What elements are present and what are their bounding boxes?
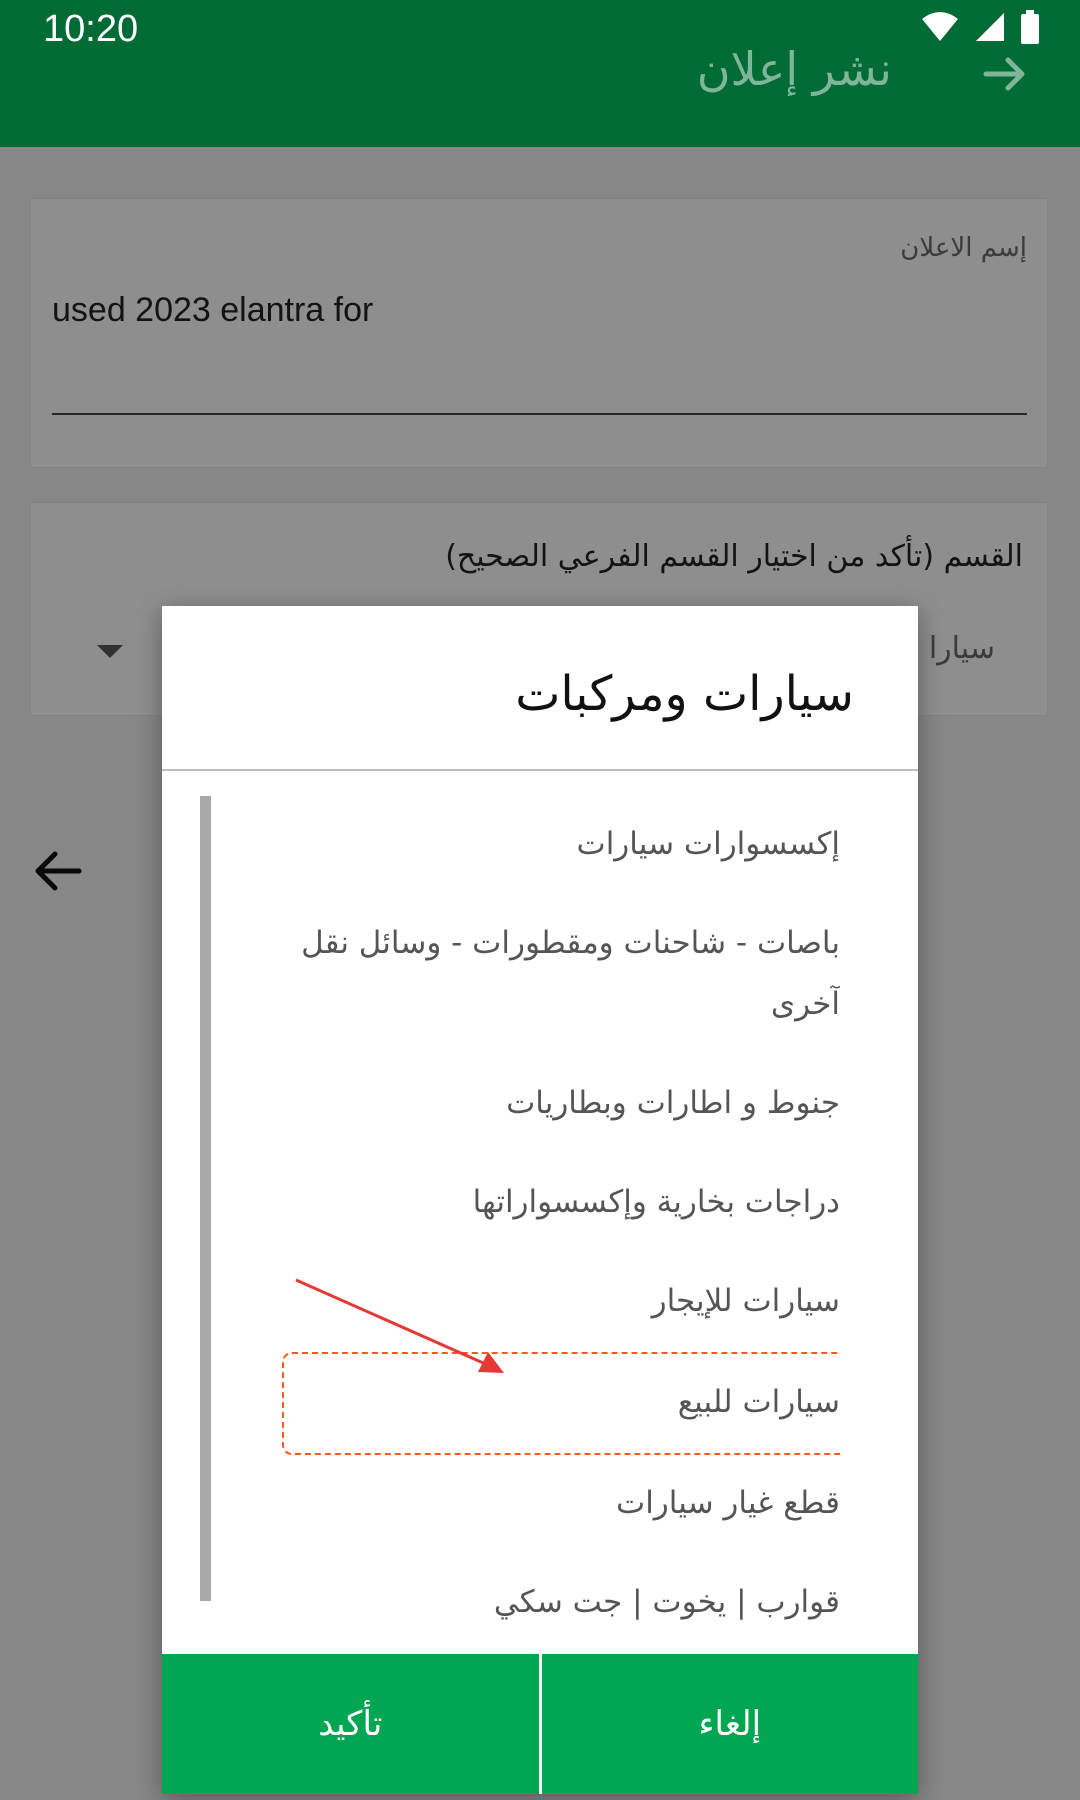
divider — [162, 769, 918, 771]
confirm-button[interactable]: تأكيد — [162, 1654, 539, 1794]
option-buses-trucks[interactable]: باصات - شاحنات ومقطورات - وسائل نقل آخرى — [282, 895, 840, 1055]
page-title: نشر إعلان — [696, 42, 892, 96]
dialog-actions: تأكيد إلغاء — [162, 1654, 918, 1794]
battery-icon — [1021, 10, 1039, 44]
option-car-accessories[interactable]: إكسسوارات سيارات — [282, 796, 840, 895]
status-time: 10:20 — [43, 8, 139, 50]
option-spare-parts[interactable]: قطع غيار سيارات — [282, 1455, 840, 1554]
scrollbar[interactable] — [200, 796, 211, 1601]
arrow-forward-icon[interactable] — [982, 50, 1030, 98]
dialog-title: سيارات ومركبات — [515, 666, 854, 722]
signal-icon — [976, 13, 1004, 41]
option-cars-for-sale[interactable]: سيارات للبيع — [282, 1352, 840, 1455]
cancel-button[interactable]: إلغاء — [542, 1654, 919, 1794]
status-icons — [920, 10, 1040, 44]
category-options-list: إكسسوارات سيارات باصات - شاحنات ومقطورات… — [282, 796, 840, 1651]
option-boats[interactable]: قوارب | يخوت | جت سكي — [282, 1554, 840, 1651]
app-bar: 10:20 نشر إعلان — [0, 0, 1080, 147]
option-rims-tires[interactable]: جنوط و اطارات وبطاريات — [282, 1055, 840, 1154]
wifi-icon — [922, 12, 958, 41]
option-cars-for-rent[interactable]: سيارات للإيجار — [282, 1253, 840, 1352]
category-dialog: سيارات ومركبات إكسسوارات سيارات باصات - … — [162, 606, 918, 1794]
option-motorcycles[interactable]: دراجات بخارية وإكسسواراتها — [282, 1154, 840, 1253]
